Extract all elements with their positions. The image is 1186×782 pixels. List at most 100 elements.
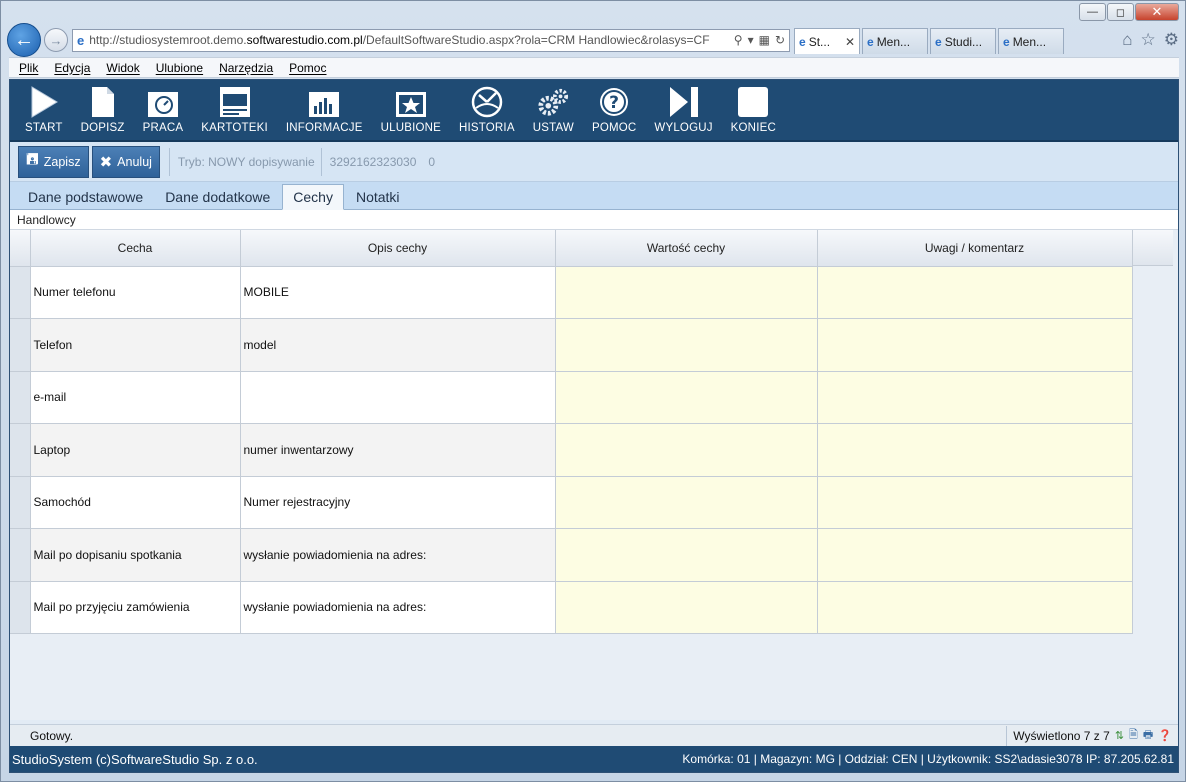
- cell-wartosc-input[interactable]: [555, 266, 818, 319]
- ie-icon: e: [867, 34, 874, 49]
- toolbar-dopisz[interactable]: DOPISZ: [72, 86, 134, 140]
- tab-notatki[interactable]: Notatki: [346, 184, 410, 209]
- browser-tab-label: St...: [808, 34, 831, 49]
- tab-dane-podstawowe[interactable]: Dane podstawowe: [18, 184, 153, 209]
- cell-uwagi-input[interactable]: [817, 318, 1133, 372]
- column-header-uwagi[interactable]: Uwagi / komentarz: [817, 230, 1133, 267]
- close-tab-icon[interactable]: ✕: [845, 35, 855, 49]
- app-footer: StudioSystem (c)SoftwareStudio Sp. z o.o…: [10, 746, 1178, 772]
- cell-cecha: Mail po przyjęciu zamówienia: [30, 581, 241, 634]
- favorites-star-icon[interactable]: ☆: [1141, 30, 1156, 50]
- ie-icon: e: [1003, 34, 1010, 49]
- document-icon: [87, 86, 119, 118]
- cell-uwagi-input[interactable]: [817, 528, 1133, 582]
- cancel-button[interactable]: ✖ Anuluj: [91, 145, 160, 178]
- menu-widok[interactable]: Widok: [106, 61, 139, 75]
- toolbar-wyloguj[interactable]: WYLOGUJ: [645, 86, 721, 140]
- column-header-wartosc[interactable]: Wartość cechy: [555, 230, 818, 267]
- cell-uwagi-input[interactable]: [817, 371, 1133, 424]
- toolbar-koniec[interactable]: KONIEC: [722, 86, 785, 140]
- table-row[interactable]: Samochód Numer rejestracyjny: [10, 476, 1133, 529]
- forward-button[interactable]: →: [44, 28, 68, 52]
- record-count: Wyświetlono 7 z 7: [1013, 728, 1110, 743]
- toolbar-kartoteki[interactable]: KARTOTEKI: [192, 86, 277, 140]
- back-button[interactable]: ←: [7, 23, 41, 57]
- menu-plik[interactable]: Plik: [19, 61, 38, 75]
- table-row[interactable]: Telefon model: [10, 318, 1133, 372]
- help-icon[interactable]: ❓: [1158, 729, 1172, 742]
- browser-tab-3[interactable]: e Studi...: [930, 28, 996, 54]
- toolbar-start[interactable]: START: [16, 86, 72, 140]
- row-selector[interactable]: [10, 371, 31, 424]
- address-bar[interactable]: e http://studiosystemroot.demo. softwares…: [72, 28, 790, 52]
- table-row[interactable]: e-mail: [10, 371, 1133, 424]
- minimize-button[interactable]: —: [1079, 3, 1106, 21]
- export-icon[interactable]: 🗎: [1129, 726, 1138, 745]
- table-row[interactable]: Numer telefonu MOBILE: [10, 266, 1133, 319]
- maximize-button[interactable]: ◻: [1107, 3, 1134, 21]
- save-button[interactable]: 🖪 Zapisz: [18, 145, 89, 178]
- cell-cecha: Samochód: [30, 476, 241, 529]
- cell-wartosc-input[interactable]: [555, 528, 818, 582]
- browser-tab-2[interactable]: e Men...: [862, 28, 928, 54]
- save-label: Zapisz: [43, 154, 81, 169]
- cell-wartosc-input[interactable]: [555, 423, 818, 477]
- column-header-cecha[interactable]: Cecha: [30, 230, 241, 267]
- cell-wartosc-input[interactable]: [555, 476, 818, 529]
- menu-narzedzia[interactable]: Narzędzia: [219, 61, 273, 75]
- row-selector[interactable]: [10, 266, 31, 319]
- tab-dane-dodatkowe[interactable]: Dane dodatkowe: [155, 184, 280, 209]
- cell-wartosc-input[interactable]: [555, 371, 818, 424]
- record-number: 0: [428, 154, 436, 169]
- cell-uwagi-input[interactable]: [817, 476, 1133, 529]
- cell-wartosc-input[interactable]: [555, 318, 818, 372]
- status-ready: Gotowy.: [30, 728, 74, 743]
- search-icon[interactable]: ⚲: [734, 33, 743, 47]
- refresh-icon[interactable]: ↻: [775, 33, 785, 47]
- dropdown-icon[interactable]: ▾: [748, 33, 754, 47]
- grid-header-filler: [1131, 230, 1173, 266]
- settings-gear-icon[interactable]: ⚙: [1164, 30, 1179, 50]
- cell-uwagi-input[interactable]: [817, 266, 1133, 319]
- table-row[interactable]: Mail po dopisaniu spotkania wysłanie pow…: [10, 528, 1133, 582]
- toolbar-informacje[interactable]: INFORMACJE: [277, 86, 372, 140]
- row-selector[interactable]: [10, 528, 31, 582]
- menu-edycja[interactable]: Edycja: [54, 61, 90, 75]
- table-row[interactable]: Mail po przyjęciu zamówienia wysłanie po…: [10, 581, 1133, 634]
- cell-opis: model: [240, 318, 556, 372]
- print-icon[interactable]: 🖶: [1143, 726, 1153, 745]
- cell-wartosc-input[interactable]: [555, 581, 818, 634]
- cell-uwagi-input[interactable]: [817, 423, 1133, 477]
- play-icon: [28, 86, 60, 118]
- menu-pomoc[interactable]: Pomoc: [289, 61, 326, 75]
- menu-ulubione[interactable]: Ulubione: [156, 61, 203, 75]
- compat-view-icon[interactable]: ▦: [759, 33, 770, 47]
- toolbar-ustaw[interactable]: USTAW: [524, 86, 583, 140]
- browser-tab-1[interactable]: e St... ✕: [794, 28, 860, 54]
- row-selector[interactable]: [10, 318, 31, 372]
- footer-session-info: Komórka: 01 | Magazyn: MG | Oddział: CEN…: [682, 752, 1174, 766]
- close-window-button[interactable]: ✕: [1135, 3, 1179, 21]
- cell-uwagi-input[interactable]: [817, 581, 1133, 634]
- svg-text:?: ?: [609, 93, 619, 113]
- star-icon: [395, 86, 427, 118]
- action-bar: 🖪 Zapisz ✖ Anuluj Tryb: NOWY dopisywanie…: [10, 142, 1178, 182]
- browser-tab-label: Men...: [1012, 34, 1047, 49]
- tab-cechy[interactable]: Cechy: [282, 184, 344, 210]
- row-selector[interactable]: [10, 581, 31, 634]
- divider: [320, 147, 322, 176]
- row-selector[interactable]: [10, 423, 31, 477]
- toolbar-pomoc[interactable]: ? POMOC: [583, 86, 645, 140]
- toolbar-ulubione[interactable]: ULUBIONE: [372, 86, 450, 140]
- browser-tab-4[interactable]: e Men...: [998, 28, 1064, 54]
- cell-cecha: e-mail: [30, 371, 241, 424]
- row-selector[interactable]: [10, 476, 31, 529]
- save-icon: 🖪: [26, 151, 39, 168]
- table-row[interactable]: Laptop numer inwentarzowy: [10, 423, 1133, 477]
- cell-cecha: Mail po dopisaniu spotkania: [30, 528, 241, 582]
- refresh-icon[interactable]: ⇅: [1115, 729, 1124, 742]
- toolbar-praca[interactable]: PRACA: [134, 86, 193, 140]
- home-icon[interactable]: ⌂: [1122, 30, 1132, 50]
- column-header-opis[interactable]: Opis cechy: [240, 230, 556, 267]
- toolbar-historia[interactable]: HISTORIA: [450, 86, 524, 140]
